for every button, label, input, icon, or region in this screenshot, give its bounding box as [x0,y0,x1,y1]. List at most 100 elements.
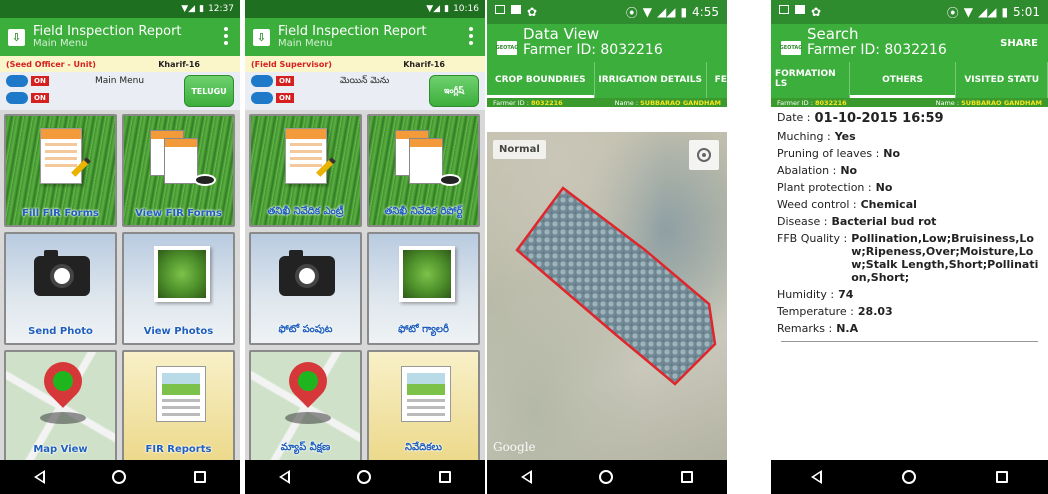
android-nav-bar [0,460,240,494]
tab-visited-status[interactable]: VISITED STATU [956,62,1048,98]
send-photo-tile[interactable]: ఫోటో పంపుట [249,232,362,345]
gps-toggle[interactable]: ON [251,75,294,87]
tab-fertilizer[interactable]: FERTILIZER [707,62,727,98]
battery-icon: ▮ [444,4,450,14]
network-toggle[interactable]: ON [251,92,294,104]
send-photo-tile[interactable]: Send Photo [4,232,117,345]
eye-icon [439,174,461,186]
tab-information[interactable]: FORMATION LS [771,62,850,98]
map-view-tile[interactable]: Map View [4,350,117,463]
user-role: (Field Supervisor) [251,59,332,69]
app-bar: ⇩ Field Inspection Report Main Menu [0,18,240,56]
home-icon[interactable] [357,470,372,484]
detail-row-abalation: Abalation : No [777,164,858,177]
recent-apps-icon[interactable] [439,471,452,483]
signal-icon: ◢◢ [656,5,676,19]
home-icon[interactable] [599,470,614,484]
home-icon[interactable] [902,470,916,484]
app-logo-icon: ⇩ [253,28,270,46]
gps-icon [251,75,273,87]
overflow-menu-icon[interactable] [224,27,228,45]
role-bar: (Field Supervisor) Kharif-16 [245,56,485,72]
recent-apps-icon[interactable] [681,471,694,483]
crop-boundary-polygon [515,186,717,386]
status-bar: ▼◢ ▮ 12:37 [0,0,240,18]
signal-icon: ▼◢ [426,4,441,14]
map-type-button[interactable]: Normal [493,140,546,159]
app-logo-icon: ⇩ [8,28,25,46]
user-role: (Seed Officer - Unit) [6,59,96,69]
globe-icon [6,92,28,104]
back-icon[interactable] [811,470,822,484]
main-menu-label: మెయిన్ మెను [340,76,390,86]
android-nav-bar [245,460,485,494]
tab-bar: FORMATION LS OTHERS VISITED STATU [771,62,1048,98]
back-icon[interactable] [278,470,290,484]
season-label: Kharif-16 [403,59,445,69]
geotag-logo: GEOTAG [780,41,802,55]
menu-header-row: ON ON Main Menu TELUGU [0,72,240,110]
gallery-notification-icon [779,5,789,14]
farmer-id-subtitle: Farmer ID: 8032216 [523,42,663,59]
menu-grid: తనిఖీ నివేదిక ఎంట్రీ తనిఖీ నివేదిక రిపోర… [245,110,485,467]
android-notification-icon: ✿ [811,5,822,19]
status-time: 4:55 [692,5,719,19]
detail-row-disease: Disease : Bacterial bud rot [777,215,937,228]
language-button[interactable]: TELUGU [184,75,234,107]
share-button[interactable]: SHARE [1000,38,1038,49]
recent-apps-icon[interactable] [194,471,207,483]
app-bar: GEOTAG Search Farmer ID: 8032216 SHARE [771,24,1048,62]
camera-icon [279,250,335,296]
report-icon [156,366,206,422]
screen-title: Data View [523,25,600,44]
role-bar: (Seed Officer - Unit) Kharif-16 [0,56,240,72]
gps-icon [6,75,28,87]
detail-row-pruning: Pruning of leaves : No [777,147,901,160]
view-fir-forms-tile[interactable]: View FIR Forms [122,114,235,227]
tab-crop-boundries[interactable]: CROP BOUNDRIES [487,62,595,98]
farmer-info-bar: Farmer ID : 8032216 Name : SUBBARAO GAND… [771,98,1048,107]
overflow-menu-icon[interactable] [469,27,473,45]
location-icon: ⦿ [946,5,959,20]
crop-boundary-overlay [515,186,717,386]
farmer-id-value: 8032216 [531,98,563,107]
gallery-notification-icon [495,5,505,14]
home-icon[interactable] [112,470,127,484]
detail-row-plant-protection: Plant protection : No [777,181,893,194]
status-time: 5:01 [1013,5,1040,19]
battery-icon: ▮ [1001,5,1009,19]
fill-fir-forms-tile[interactable]: Fill FIR Forms [4,114,117,227]
gps-toggle[interactable]: ON [6,75,49,87]
detail-row-temperature: Temperature :28.03 [777,305,893,318]
back-icon[interactable] [520,470,532,484]
map-pin-icon [281,354,335,408]
fir-report-tile[interactable]: తనిఖీ నివేదిక రిపోర్ట్ [367,114,480,227]
language-button[interactable]: ఇంగ్లీష్ [429,75,479,107]
fir-reports-tile[interactable]: FIR Reports [122,350,235,463]
status-bar: ✿ ⦿ ▼ ◢◢ ▮ 4:55 [487,0,727,24]
map-pin-icon [36,354,90,408]
reports-tile[interactable]: నివేదికలు [367,350,480,463]
tab-others[interactable]: OTHERS [849,62,957,98]
view-photos-tile[interactable]: View Photos [122,232,235,345]
recent-apps-icon[interactable] [996,471,1008,483]
back-icon[interactable] [33,470,45,484]
photo-gallery-icon [154,246,210,302]
screen-title: Search [807,25,859,44]
google-watermark: Google [493,440,536,454]
map-view-tile[interactable]: మ్యాప్ వీక్షణ [249,350,362,463]
wifi-icon: ▼ [642,5,652,19]
tab-irrigation-details[interactable]: IRRIGATION DETAILS [595,62,707,98]
menu-header-row: ON ON మెయిన్ మెను ఇంగ్లీష్ [245,72,485,110]
farmer-name-value: SUBBARAO GANDHAM [640,98,721,107]
app-bar: ⇩ Field Inspection Report Main Menu [245,18,485,56]
fir-entry-tile[interactable]: తనిఖీ నివేదిక ఎంట్రీ [249,114,362,227]
photo-gallery-tile[interactable]: ఫోటో గ్యాలరీ [367,232,480,345]
my-location-button[interactable] [689,140,719,170]
status-time: 12:37 [208,4,234,14]
wifi-icon: ▼ [963,5,973,19]
app-notification-icon [795,5,805,14]
satellite-map[interactable]: Normal Google [487,132,727,460]
network-toggle[interactable]: ON [6,92,49,104]
signal-icon: ◢◢ [977,5,997,19]
